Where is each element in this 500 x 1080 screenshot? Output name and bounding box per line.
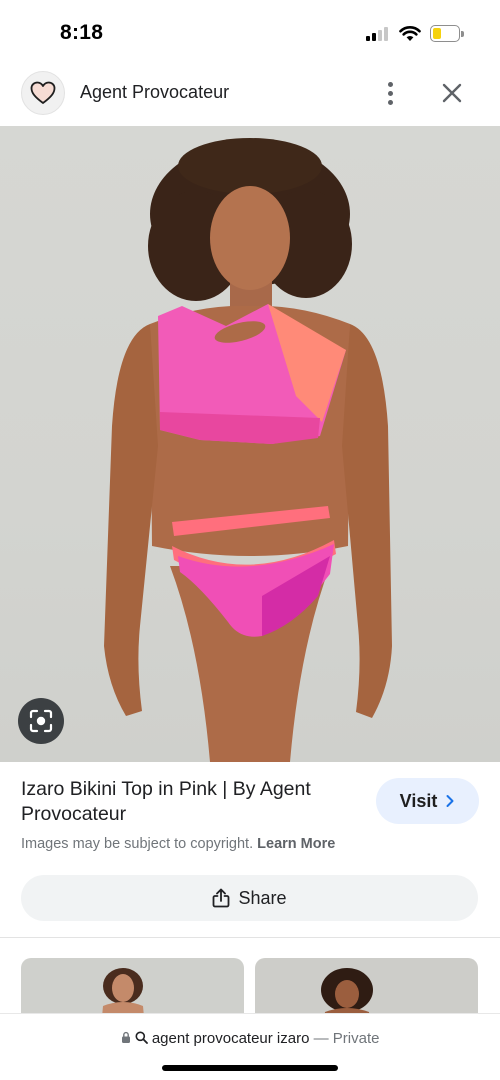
site-logo[interactable] [21, 71, 65, 115]
share-label: Share [238, 887, 287, 908]
status-time: 8:18 [60, 21, 104, 44]
wifi-icon [399, 26, 421, 41]
copyright-notice: Images may be subject to copyright. Lear… [21, 836, 335, 852]
heart-icon [30, 81, 56, 104]
chevron-right-icon [446, 795, 454, 807]
result-header: Agent Provocateur [0, 62, 500, 126]
more-vertical-icon [387, 81, 393, 87]
url-row[interactable]: agent provocateur izaro — Private [0, 1030, 500, 1047]
learn-more-link[interactable]: Learn More [257, 836, 335, 852]
search-query[interactable]: agent provocateur izaro [152, 1030, 310, 1047]
visit-button[interactable]: Visit [376, 778, 479, 824]
search-icon [135, 1031, 148, 1044]
lens-search-icon [29, 709, 53, 733]
result-image[interactable] [0, 126, 500, 762]
result-title[interactable]: Izaro Bikini Top in Pink | By Agent Prov… [21, 777, 351, 827]
model-photo [104, 138, 392, 762]
site-name[interactable]: Agent Provocateur [80, 82, 229, 103]
divider [0, 937, 500, 938]
browser-url-bar[interactable]: agent provocateur izaro — Private [0, 1013, 500, 1080]
cellular-signal-icon [366, 27, 390, 41]
status-bar: 8:18 [0, 0, 500, 62]
visit-label: Visit [399, 790, 438, 811]
home-indicator[interactable] [162, 1065, 338, 1071]
private-label: Private [332, 1030, 380, 1047]
share-button[interactable]: Share [21, 875, 478, 921]
share-icon [213, 888, 230, 908]
url-separator: — [313, 1030, 329, 1047]
more-options-button[interactable] [374, 76, 406, 110]
lens-button[interactable] [18, 698, 64, 744]
close-icon[interactable] [436, 77, 468, 109]
copyright-text: Images may be subject to copyright. [21, 836, 254, 852]
lock-icon [121, 1031, 130, 1043]
battery-icon [430, 25, 464, 42]
